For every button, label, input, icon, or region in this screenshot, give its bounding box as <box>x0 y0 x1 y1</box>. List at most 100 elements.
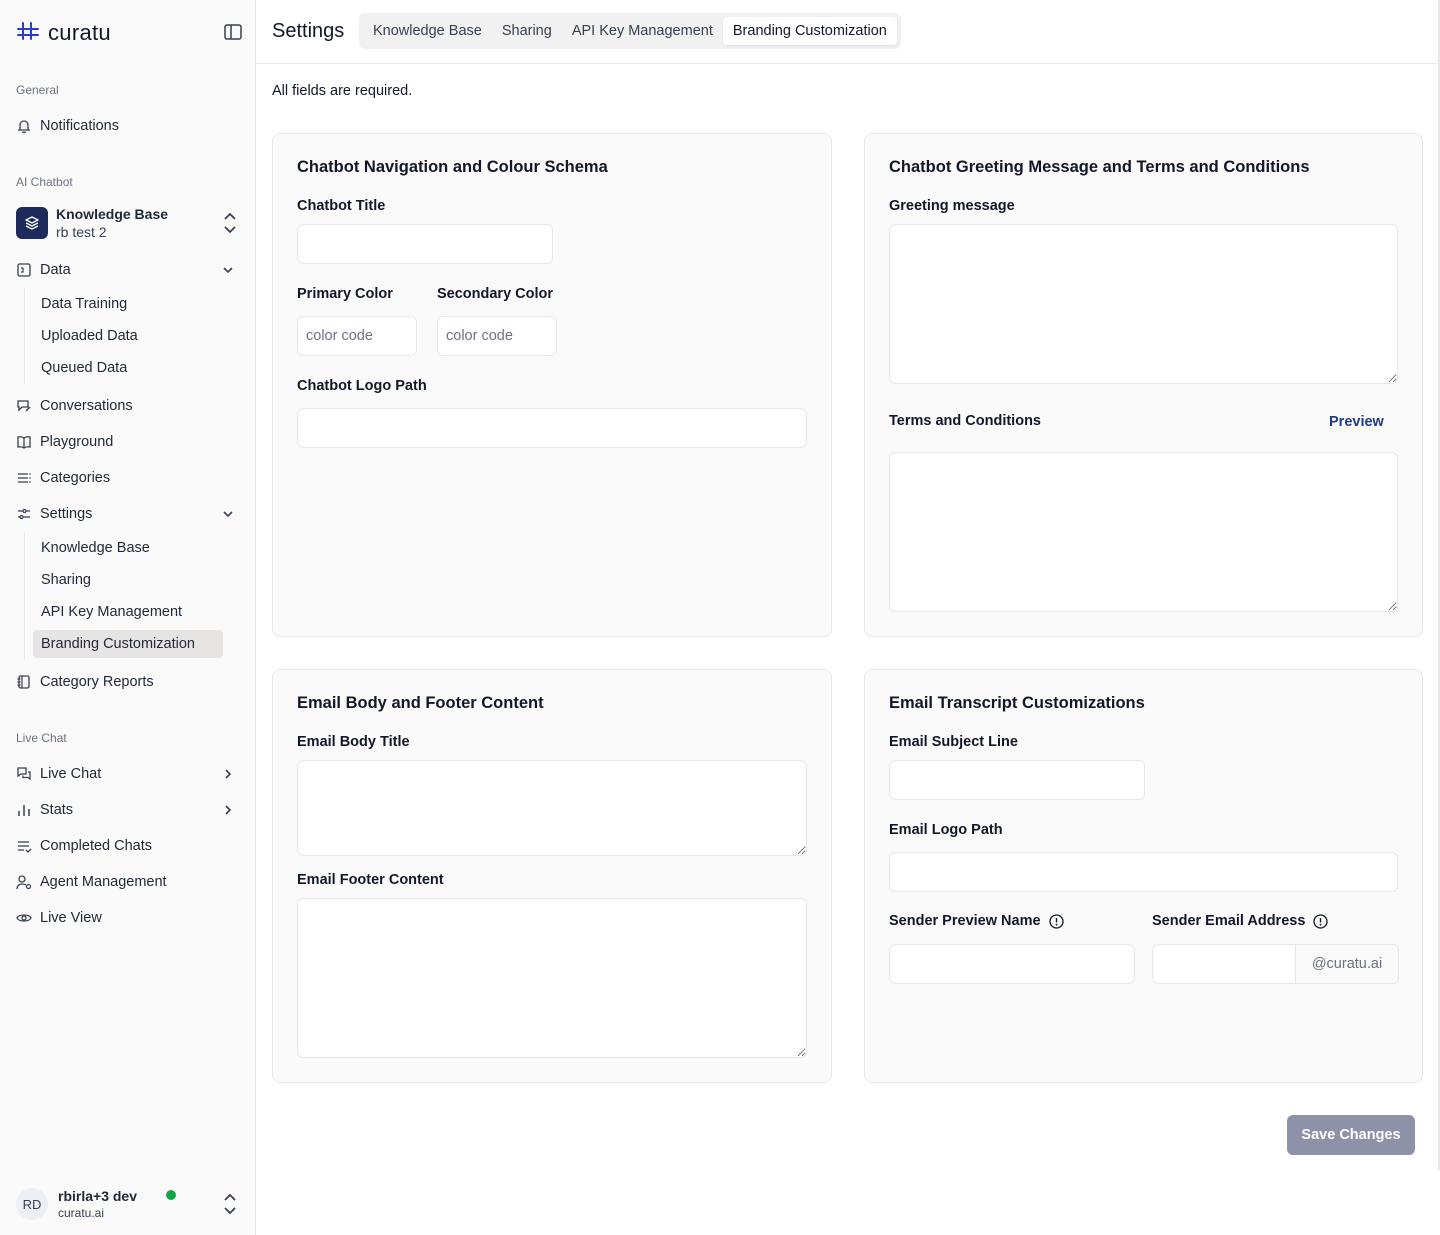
sender-email-group: @curatu.ai <box>1152 944 1399 984</box>
sidebar-item-label: Playground <box>40 434 114 450</box>
sidebar-item-queued-data[interactable]: Queued Data <box>33 354 223 382</box>
sidebar-item-conversations[interactable]: Conversations <box>16 392 240 420</box>
sidebar-item-settings-branding[interactable]: Branding Customization <box>33 630 223 658</box>
email-subject-input[interactable] <box>889 760 1145 800</box>
sidebar-item-label: Category Reports <box>40 674 154 690</box>
email-logo-path-label: Email Logo Path <box>889 822 1003 838</box>
greeting-message-textarea[interactable] <box>889 224 1398 384</box>
sender-name-label: Sender Preview Name <box>889 913 1064 929</box>
chevrons-up-down-icon <box>222 212 238 234</box>
email-body-title-textarea[interactable] <box>297 760 807 856</box>
sidebar-item-label: Stats <box>40 802 74 818</box>
sidebar-item-categories[interactable]: Categories <box>16 464 240 492</box>
user-cog-icon <box>16 874 32 890</box>
sidebar-item-label: Data <box>40 262 71 278</box>
tab-api-key-management[interactable]: API Key Management <box>562 17 723 45</box>
sidebar-item-label: Notifications <box>40 118 119 134</box>
chatbot-title-label: Chatbot Title <box>297 198 386 214</box>
sidebar-item-completed-chats[interactable]: Completed Chats <box>16 832 240 860</box>
sender-name-label-text: Sender Preview Name <box>889 913 1041 929</box>
sidebar-item-label: Completed Chats <box>40 838 153 854</box>
chevron-right-icon <box>220 766 236 782</box>
user-org: curatu.ai <box>58 1206 105 1220</box>
card-title: Chatbot Greeting Message and Terms and C… <box>889 158 1310 176</box>
email-footer-label: Email Footer Content <box>297 872 444 888</box>
sidebar-item-stats[interactable]: Stats <box>16 796 240 824</box>
sidebar-item-settings[interactable]: Settings <box>16 500 240 528</box>
notebook-icon <box>16 674 32 690</box>
sidebar-item-live-chat[interactable]: Live Chat <box>16 760 240 788</box>
card-title: Chatbot Navigation and Colour Schema <box>297 158 608 176</box>
list-icon <box>16 470 32 486</box>
message-edit-icon <box>16 398 32 414</box>
eye-icon <box>16 910 32 926</box>
sidebar-item-data[interactable]: Data <box>16 256 240 284</box>
app-logo[interactable]: curatu <box>16 20 111 46</box>
sidebar: curatu General Notifications AI Chatbot … <box>0 0 256 1235</box>
sidebar-item-label: Settings <box>40 506 93 522</box>
primary-color-input[interactable] <box>297 316 417 356</box>
user-menu[interactable]: RD rbirla+3 dev curatu.ai <box>16 1186 242 1222</box>
info-icon[interactable] <box>1313 914 1329 929</box>
sidebar-item-agent-management[interactable]: Agent Management <box>16 868 240 896</box>
knowledge-base-switcher[interactable]: Knowledge Base rb test 2 <box>16 202 242 244</box>
page-title: Settings <box>272 20 345 42</box>
sidebar-item-data-training[interactable]: Data Training <box>33 290 223 318</box>
tab-branding-customization[interactable]: Branding Customization <box>722 17 897 45</box>
chatbot-title-input[interactable] <box>297 224 553 264</box>
app-name: curatu <box>48 20 111 45</box>
sidebar-item-settings-knowledge-base[interactable]: Knowledge Base <box>33 534 223 562</box>
sidebar-item-notifications[interactable]: Notifications <box>16 112 240 140</box>
chevron-down-icon <box>220 262 236 278</box>
chatbot-logo-path-input[interactable] <box>297 408 807 448</box>
primary-color-label: Primary Color <box>297 286 393 302</box>
page-header: Settings Knowledge Base Sharing API Key … <box>256 0 1440 64</box>
sidebar-item-label: Agent Management <box>40 874 167 890</box>
tab-knowledge-base[interactable]: Knowledge Base <box>363 17 492 45</box>
terms-textarea[interactable] <box>889 452 1398 612</box>
bell-icon <box>16 118 32 134</box>
submenu-line <box>24 288 25 384</box>
secondary-color-input[interactable] <box>437 316 557 356</box>
info-icon[interactable] <box>1048 914 1064 929</box>
sidebar-toggle-icon[interactable] <box>222 22 244 42</box>
sender-email-label: Sender Email Address <box>1152 913 1329 929</box>
sidebar-item-category-reports[interactable]: Category Reports <box>16 668 240 696</box>
email-transcript-card: Email Transcript Customizations Email Su… <box>864 669 1423 1083</box>
tab-sharing[interactable]: Sharing <box>492 17 562 45</box>
required-fields-note: All fields are required. <box>272 83 413 99</box>
section-label-ai-chatbot: AI Chatbot <box>16 175 73 189</box>
sidebar-item-label: Live View <box>40 910 102 926</box>
chatbot-logo-path-label: Chatbot Logo Path <box>297 378 427 394</box>
settings-tabs: Knowledge Base Sharing API Key Managemen… <box>359 13 901 49</box>
email-domain-suffix: @curatu.ai <box>1295 945 1398 983</box>
email-body-title-label: Email Body Title <box>297 734 410 750</box>
secondary-color-label: Secondary Color <box>437 286 554 302</box>
messages-icon <box>16 766 32 782</box>
sidebar-item-live-view[interactable]: Live View <box>16 904 240 932</box>
email-logo-path-input[interactable] <box>889 852 1398 892</box>
email-footer-textarea[interactable] <box>297 898 807 1058</box>
save-changes-button[interactable]: Save Changes <box>1287 1115 1415 1155</box>
curatu-logo-icon <box>16 21 40 46</box>
sidebar-item-settings-api-key[interactable]: API Key Management <box>33 598 223 626</box>
chevron-right-icon <box>220 802 236 818</box>
sender-email-input[interactable] <box>1153 945 1295 983</box>
kb-switcher-subtitle: rb test 2 <box>56 224 107 240</box>
chevrons-up-down-icon <box>222 1193 238 1215</box>
avatar: RD <box>16 1188 48 1220</box>
kb-switcher-title: Knowledge Base <box>56 206 169 222</box>
submenu-line <box>24 532 25 660</box>
online-status-dot <box>166 1190 176 1200</box>
sidebar-item-label: Conversations <box>40 398 133 414</box>
terms-label: Terms and Conditions <box>889 413 1041 429</box>
sidebar-item-settings-sharing[interactable]: Sharing <box>33 566 223 594</box>
sender-email-label-text: Sender Email Address <box>1152 913 1306 929</box>
card-title: Email Transcript Customizations <box>889 694 1145 712</box>
chart-box-icon <box>16 262 32 278</box>
sender-name-input[interactable] <box>889 944 1135 984</box>
sidebar-item-uploaded-data[interactable]: Uploaded Data <box>33 322 223 350</box>
bar-chart-icon <box>16 802 32 818</box>
sidebar-item-playground[interactable]: Playground <box>16 428 240 456</box>
terms-preview-link[interactable]: Preview <box>1329 414 1384 430</box>
